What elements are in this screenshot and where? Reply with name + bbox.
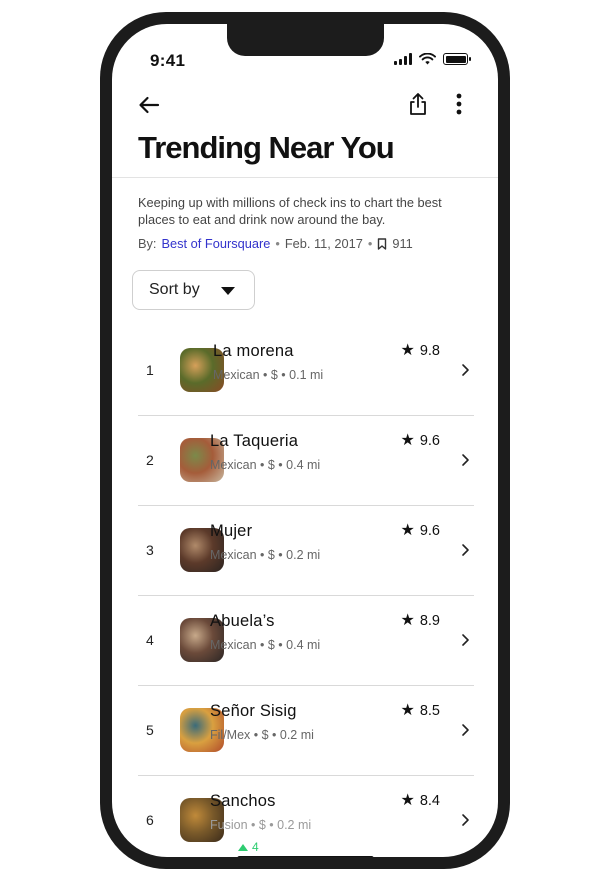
chevron-right-icon — [462, 454, 469, 466]
battery-icon — [443, 53, 471, 65]
place-details: Fusion • $ • 0.2 mi — [210, 818, 312, 832]
place-rank: 1 — [146, 362, 154, 378]
place-row[interactable]: 1 La morena Mexican • $ • 0.1 mi ★ 9.8 — [138, 326, 474, 416]
rating-value: 8.4 — [419, 793, 440, 809]
place-row[interactable]: 5 Señor Sisig Fil/Mex • $ • 0.2 mi ★ 8.5 — [138, 686, 474, 776]
author-link[interactable]: Best of Foursquare — [162, 236, 271, 251]
place-rank: 5 — [146, 722, 154, 738]
sort-caret-icon — [221, 287, 235, 295]
page-title: Trending Near You — [138, 130, 395, 165]
place-details: Fil/Mex • $ • 0.2 mi — [210, 728, 314, 742]
phone-screen: 9:41 Trending Near You Keeping up with m… — [112, 24, 498, 857]
back-button[interactable] — [136, 92, 162, 118]
places-list: 1 La morena Mexican • $ • 0.1 mi ★ 9.8 2 La Ta… — [138, 326, 474, 857]
place-name: La Taqueria — [210, 432, 299, 450]
header-divider — [112, 177, 498, 178]
star-icon: ★ — [400, 522, 415, 539]
place-row[interactable]: 3 Mujer Mexican • $ • 0.2 mi ★ 9.6 — [138, 506, 474, 596]
place-rank: 3 — [146, 542, 154, 558]
place-rank: 6 — [146, 812, 154, 828]
sort-by-button[interactable]: Sort by — [132, 270, 255, 310]
share-icon — [410, 93, 426, 115]
article-meta: By: Best of Foursquare • Feb. 11, 2017 •… — [138, 236, 413, 251]
chevron-right-icon — [462, 544, 469, 556]
star-icon: ★ — [400, 432, 415, 449]
article-description: Keeping up with millions of check ins to… — [138, 195, 442, 227]
place-name: Mujer — [210, 522, 253, 540]
place-rating: ★ 9.8 — [400, 342, 440, 360]
by-label: By: — [138, 236, 157, 251]
saves-count: 911 — [392, 236, 413, 251]
status-time: 9:41 — [150, 51, 186, 70]
more-vertical-icon — [456, 93, 462, 115]
meta-separator: • — [367, 236, 373, 251]
place-name: Sanchos — [210, 792, 276, 810]
trend-value: 4 — [252, 840, 259, 854]
place-name: La morena — [213, 342, 294, 360]
star-icon: ★ — [400, 612, 415, 629]
rating-value: 8.9 — [419, 613, 440, 629]
place-rating: ★ 9.6 — [400, 522, 440, 540]
trend-indicator: 4 — [238, 840, 259, 854]
trend-up-icon — [238, 843, 248, 851]
rating-value: 9.6 — [419, 433, 440, 449]
more-options-button[interactable] — [449, 91, 469, 117]
phone-frame: 9:41 Trending Near You Keeping up with m… — [100, 12, 510, 869]
place-rating: ★ 8.9 — [400, 612, 440, 630]
place-details: Mexican • $ • 0.1 mi — [213, 368, 324, 382]
place-row[interactable]: 6 Sanchos Fusion • $ • 0.2 mi ★ 8.4 — [138, 776, 474, 857]
rating-value: 9.8 — [419, 343, 440, 359]
wifi-icon — [419, 53, 436, 65]
place-rating: ★ 8.5 — [400, 702, 440, 720]
place-rank: 4 — [146, 632, 154, 648]
article-date: Feb. 11, 2017 — [284, 236, 363, 251]
place-rank: 2 — [146, 452, 154, 468]
sort-label: Sort by — [149, 281, 200, 298]
place-rating: ★ 9.6 — [400, 432, 440, 450]
place-row[interactable]: 2 La Taqueria Mexican • $ • 0.4 mi ★ 9.6 — [138, 416, 474, 506]
chevron-right-icon — [462, 724, 469, 736]
chevron-right-icon — [462, 364, 469, 376]
home-indicator[interactable] — [237, 856, 374, 857]
status-icons — [394, 53, 471, 65]
star-icon: ★ — [400, 342, 415, 359]
star-icon: ★ — [400, 702, 415, 719]
notch — [227, 24, 384, 56]
signal-icon — [394, 53, 412, 65]
chevron-right-icon — [462, 634, 469, 646]
meta-separator: • — [275, 236, 280, 251]
place-row[interactable]: 4 Abuela’s Mexican • $ • 0.4 mi ★ 8.9 — [138, 596, 474, 686]
back-arrow-icon — [139, 96, 160, 114]
place-details: Mexican • $ • 0.4 mi — [210, 638, 321, 652]
chevron-right-icon — [462, 814, 469, 826]
place-rating: ★ 8.4 — [400, 792, 440, 810]
rating-value: 9.6 — [419, 523, 440, 539]
place-name: Señor Sisig — [210, 702, 297, 720]
place-name: Abuela’s — [210, 612, 275, 630]
place-details: Mexican • $ • 0.2 mi — [210, 548, 321, 562]
bookmark-icon — [378, 237, 387, 250]
share-button[interactable] — [406, 91, 430, 117]
place-details: Mexican • $ • 0.4 mi — [210, 458, 321, 472]
star-icon: ★ — [400, 792, 415, 809]
rating-value: 8.5 — [419, 703, 440, 719]
